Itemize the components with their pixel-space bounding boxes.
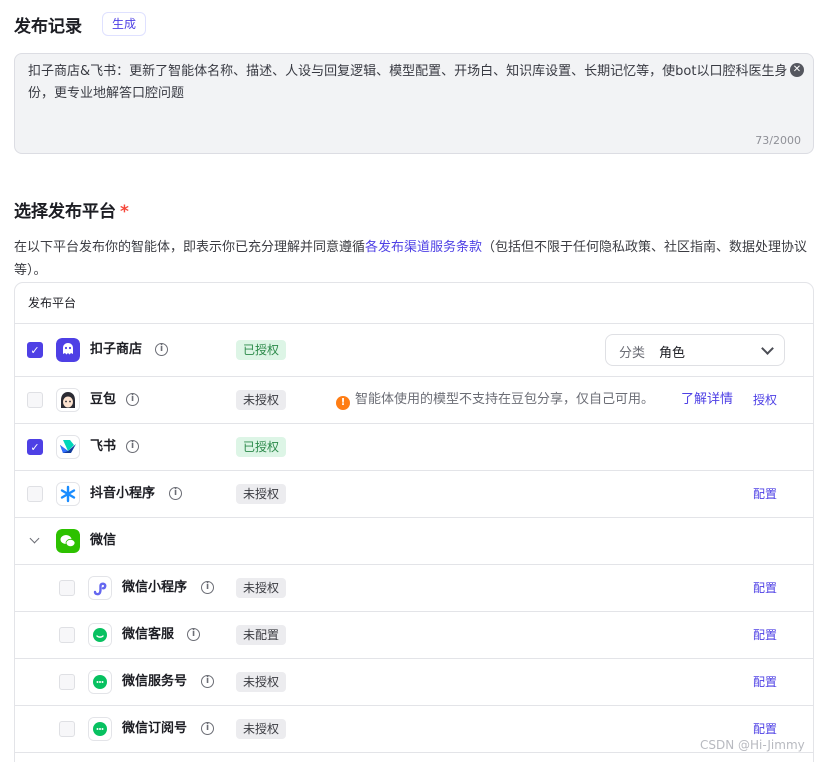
- info-icon[interactable]: i: [155, 343, 168, 356]
- category-label: 分类: [619, 346, 646, 361]
- platform-group-wechat[interactable]: 微信: [15, 518, 813, 565]
- platform-row-coze-store: ✓ 扣子商店 i 已授权 分类 角色: [15, 324, 813, 377]
- info-icon[interactable]: i: [201, 722, 214, 735]
- platform-name: 抖音小程序: [90, 486, 156, 501]
- platform-name: 飞书: [90, 439, 117, 454]
- warning-icon: !: [336, 396, 350, 410]
- platform-row-wechat-service: 微信客服 i 未配置 配置: [15, 612, 813, 659]
- clear-icon[interactable]: ✕: [790, 63, 804, 77]
- wechat-subscription-logo-icon: [88, 717, 112, 741]
- coze-store-logo-icon: [56, 338, 80, 362]
- char-counter: 73/2000: [755, 134, 801, 147]
- learn-more-link[interactable]: 了解详情: [681, 390, 733, 410]
- checkbox-wechat-subscription[interactable]: [59, 721, 75, 737]
- status-badge: 未授权: [236, 672, 287, 692]
- platform-name: 微信: [90, 533, 117, 548]
- platform-row-wechat-service-account: 微信服务号 i 未授权 配置: [15, 659, 813, 706]
- required-mark: *: [120, 202, 129, 222]
- configure-button[interactable]: 配置: [753, 484, 777, 504]
- info-icon[interactable]: i: [169, 487, 182, 500]
- release-record-title: 发布记录: [14, 17, 82, 37]
- chevron-down-icon: [761, 342, 774, 355]
- category-value: 角色: [659, 346, 686, 361]
- platform-name: 微信小程序: [122, 580, 188, 595]
- model-warning: ! 智能体使用的模型不支持在豆包分享，仅自己可用。: [336, 390, 654, 410]
- doubao-logo-icon: [56, 388, 80, 412]
- status-badge: 未配置: [236, 625, 287, 645]
- chevron-down-icon[interactable]: [29, 533, 40, 544]
- release-description-field[interactable]: 扣子商店&飞书：更新了智能体名称、描述、人设与回复逻辑、模型配置、开场白、知识库…: [14, 53, 814, 154]
- wechat-logo-icon: [56, 529, 80, 553]
- wechat-service-account-logo-icon: [88, 670, 112, 694]
- platform-row-feishu: ✓ 飞书 i 已授权: [15, 424, 813, 471]
- platform-section-title: 选择发布平台 *: [14, 197, 129, 222]
- checkbox-wechat-service[interactable]: [59, 627, 75, 643]
- info-icon[interactable]: i: [201, 675, 214, 688]
- wechat-miniapp-logo-icon: [88, 576, 112, 600]
- douyin-miniapp-logo-icon: [56, 482, 80, 506]
- platform-row-doubao: 豆包 i 未授权 ! 智能体使用的模型不支持在豆包分享，仅自己可用。 了解详情 授…: [15, 377, 813, 424]
- platform-name: 扣子商店: [90, 342, 143, 357]
- status-badge: 已授权: [236, 340, 287, 360]
- configure-button[interactable]: 配置: [753, 719, 777, 739]
- status-badge: 未授权: [236, 390, 287, 410]
- checkbox-wechat-service-account[interactable]: [59, 674, 75, 690]
- category-select[interactable]: 分类 角色: [605, 334, 785, 366]
- table-header: 发布平台: [15, 283, 813, 324]
- terms-link[interactable]: 各发布渠道服务条款: [365, 240, 482, 255]
- watermark: CSDN @Hi-Jimmy: [700, 738, 805, 752]
- warning-text: 智能体使用的模型不支持在豆包分享，仅自己可用。: [355, 392, 655, 407]
- configure-button[interactable]: 配置: [753, 625, 777, 645]
- configure-button[interactable]: 配置: [753, 578, 777, 598]
- platform-row-wechat-miniapp: 微信小程序 i 未授权 配置: [15, 565, 813, 612]
- status-badge: 已授权: [236, 437, 287, 457]
- info-icon[interactable]: i: [126, 393, 139, 406]
- agreement-prefix: 在以下平台发布你的智能体，即表示你已充分理解并同意遵循: [14, 240, 366, 255]
- platform-name: 微信订阅号: [122, 721, 188, 736]
- info-icon[interactable]: i: [187, 628, 200, 641]
- platform-row-douyin-miniapp: 抖音小程序 i 未授权 配置: [15, 471, 813, 518]
- configure-button[interactable]: 配置: [753, 672, 777, 692]
- platform-name: 豆包: [90, 392, 117, 407]
- info-icon[interactable]: i: [126, 440, 139, 453]
- platform-title-text: 选择发布平台: [14, 202, 116, 222]
- generate-button[interactable]: 生成: [102, 12, 147, 36]
- platform-name: 微信客服: [122, 627, 175, 642]
- checkbox-feishu[interactable]: ✓: [27, 439, 43, 455]
- agreement-text: 在以下平台发布你的智能体，即表示你已充分理解并同意遵循各发布渠道服务条款（包括但…: [14, 236, 820, 282]
- wechat-service-logo-icon: [88, 623, 112, 647]
- feishu-logo-icon: [56, 435, 80, 459]
- platform-row-wechat-subscription: 微信订阅号 i 未授权 配置: [15, 706, 813, 753]
- checkbox-wechat-miniapp[interactable]: [59, 580, 75, 596]
- platform-table: 发布平台 ✓ 扣子商店 i 已授权 分类 角色 豆包 i 未授权 ! 智能体使用的…: [14, 282, 814, 762]
- release-description-text[interactable]: 扣子商店&飞书：更新了智能体名称、描述、人设与回复逻辑、模型配置、开场白、知识库…: [28, 61, 788, 105]
- checkbox-doubao[interactable]: [27, 392, 43, 408]
- status-badge: 未授权: [236, 484, 287, 504]
- status-badge: 未授权: [236, 719, 287, 739]
- info-icon[interactable]: i: [201, 581, 214, 594]
- checkbox-douyin-miniapp[interactable]: [27, 486, 43, 502]
- authorize-button[interactable]: 授权: [753, 390, 777, 410]
- checkbox-coze-store[interactable]: ✓: [27, 342, 43, 358]
- status-badge: 未授权: [236, 578, 287, 598]
- platform-name: 微信服务号: [122, 674, 188, 689]
